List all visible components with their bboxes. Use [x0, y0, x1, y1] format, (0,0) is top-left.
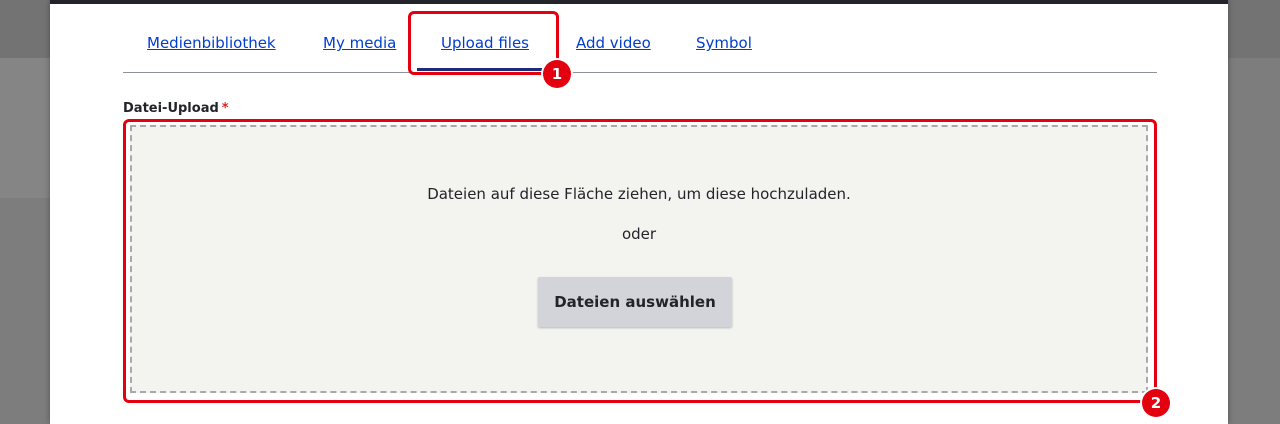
tab-symbol[interactable]: Symbol: [696, 34, 752, 52]
tab-my-media[interactable]: My media: [323, 34, 396, 52]
file-upload-label-text: Datei-Upload: [123, 101, 219, 116]
file-drop-zone[interactable]: Dateien auf diese Fläche ziehen, um dies…: [130, 125, 1148, 393]
page-backdrop-right: [1228, 0, 1280, 424]
media-source-tabs: Medienbibliothek My media Upload files A…: [123, 22, 1157, 73]
annotation-highlight-1: [408, 11, 559, 75]
backdrop-header-strip: [0, 0, 50, 58]
page-backdrop-left: [0, 0, 50, 424]
dialog-title-bar-edge: [50, 0, 1228, 4]
backdrop-header-strip: [1228, 0, 1280, 58]
tab-add-video[interactable]: Add video: [576, 34, 651, 52]
media-dialog: Medienbibliothek My media Upload files A…: [50, 0, 1228, 424]
backdrop-strip: [0, 58, 50, 198]
tab-medienbibliothek[interactable]: Medienbibliothek: [147, 34, 276, 52]
annotation-badge-1: 1: [543, 60, 571, 88]
drop-zone-or: oder: [621, 225, 657, 243]
required-marker: *: [221, 101, 229, 116]
file-upload-label: Datei-Upload *: [123, 101, 229, 116]
annotation-badge-2: 2: [1142, 389, 1170, 417]
choose-files-button[interactable]: Dateien auswählen: [538, 277, 732, 327]
drop-zone-hint: Dateien auf diese Fläche ziehen, um dies…: [427, 185, 851, 203]
